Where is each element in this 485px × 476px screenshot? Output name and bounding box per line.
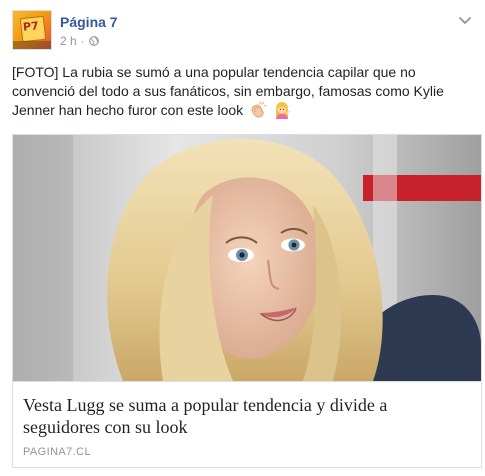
post-message: [FOTO] La rubia se sumó a una popular te… bbox=[12, 64, 444, 118]
post-text: [FOTO] La rubia se sumó a una popular te… bbox=[12, 63, 474, 120]
facebook-post: P7 Página 7 2 h · [FOTO] La rubia se sum… bbox=[0, 0, 485, 476]
clapping-hands-icon bbox=[251, 101, 267, 118]
post-header: P7 Página 7 2 h · bbox=[12, 10, 473, 52]
meta-separator: · bbox=[80, 34, 85, 48]
woman-tipping-hand-icon bbox=[275, 102, 291, 119]
page-name-link[interactable]: Página 7 bbox=[60, 14, 118, 30]
avatar-logo-text: P7 bbox=[22, 19, 40, 34]
link-card-body[interactable]: Vesta Lugg se suma a popular tendencia y… bbox=[13, 381, 481, 467]
article-photo[interactable] bbox=[13, 135, 481, 381]
page-avatar[interactable]: P7 bbox=[12, 10, 52, 50]
link-preview-card[interactable]: Vesta Lugg se suma a popular tendencia y… bbox=[12, 134, 482, 468]
article-title[interactable]: Vesta Lugg se suma a popular tendencia y… bbox=[23, 394, 463, 438]
article-photo-illustration bbox=[13, 135, 481, 381]
globe-icon[interactable] bbox=[88, 36, 99, 46]
chevron-down-icon[interactable] bbox=[457, 12, 473, 28]
avatar-shadow bbox=[13, 41, 51, 49]
post-meta: 2 h · bbox=[60, 34, 99, 48]
article-domain: PAGINA7.CL bbox=[23, 446, 91, 458]
post-timestamp[interactable]: 2 h bbox=[60, 34, 77, 48]
